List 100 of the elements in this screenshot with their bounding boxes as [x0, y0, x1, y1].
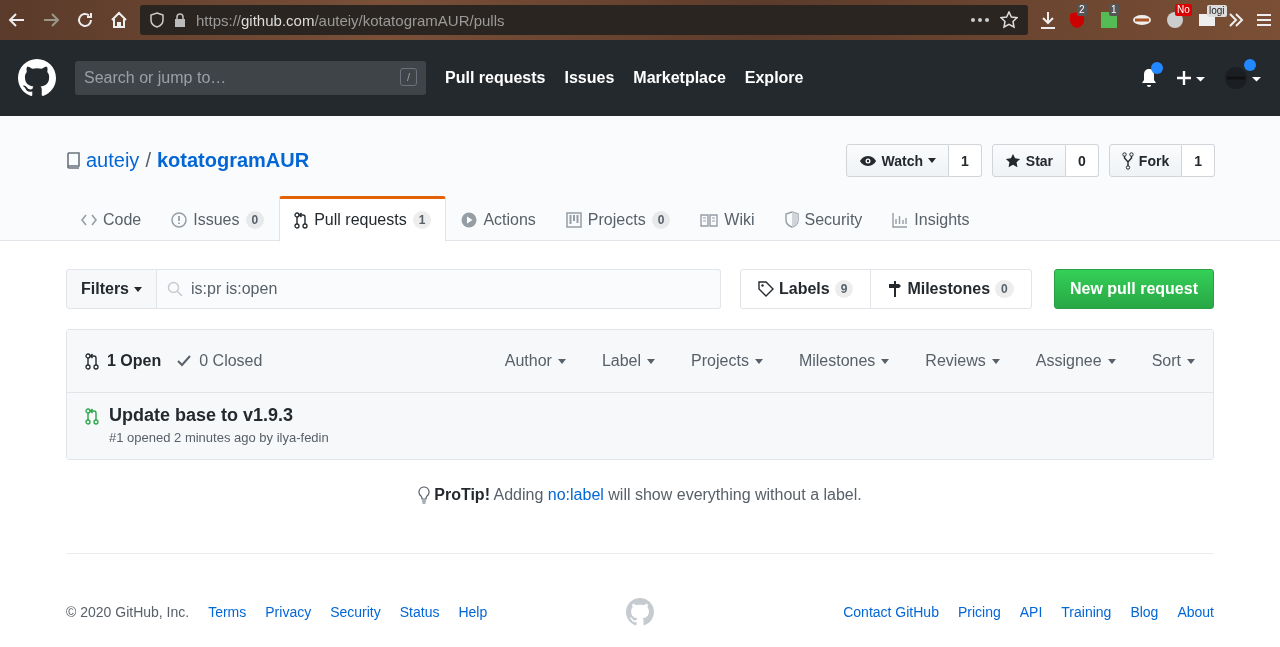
copyright-text: © 2020 GitHub, Inc. [66, 604, 190, 620]
header-nav-link[interactable]: Pull requests [445, 69, 546, 87]
url-text: https://github.com/auteiy/kotatogramAUR/pulls [196, 11, 506, 29]
fork-button[interactable]: Fork [1108, 144, 1183, 177]
cat-logo-icon[interactable] [18, 59, 56, 97]
footer-link[interactable]: Security [330, 604, 381, 620]
project-board-icon [565, 211, 582, 228]
labels-counter: 9 [834, 280, 854, 298]
milestones-counter: 0 [995, 280, 1014, 298]
protip-text: ProTip! Adding no:label will show everything without a label. [434, 486, 862, 504]
caret-icon [1187, 358, 1195, 364]
eye-icon [858, 154, 877, 167]
filter-dropdown[interactable]: Projects [691, 352, 763, 370]
filter-dropdown[interactable]: Milestones [798, 352, 890, 370]
plus-dropdown-icon[interactable] [1176, 69, 1206, 87]
repo-tab[interactable]: Wiki [685, 196, 770, 241]
square-extension-icon[interactable] [1100, 11, 1118, 29]
search-field[interactable]: is:pr is:open [157, 269, 721, 309]
header-nav-link[interactable]: Issues [564, 69, 615, 87]
filter-dropdown[interactable]: Label [601, 352, 656, 370]
filters-dropdown[interactable]: Filters [66, 269, 157, 309]
repo-tab[interactable]: Pull requests 1 [279, 196, 447, 242]
forward-arrow-icon[interactable] [42, 11, 60, 29]
extension-badge: logi [1207, 5, 1227, 17]
footer-link[interactable]: Help [458, 604, 488, 620]
filter-dropdown[interactable]: Reviews [925, 352, 1000, 370]
star-icon[interactable] [1000, 11, 1018, 29]
header-nav-link[interactable]: Marketplace [633, 69, 726, 87]
repo-tab[interactable]: Insights [877, 196, 985, 241]
play-circle-icon [461, 211, 478, 228]
menu-icon[interactable] [1256, 13, 1272, 27]
extension-badge: 2 [1077, 4, 1087, 16]
signpost-icon [888, 280, 903, 298]
footer-link[interactable]: Terms [208, 604, 247, 620]
watch-button[interactable]: Watch [845, 144, 950, 177]
header-nav-link[interactable]: Explore [744, 69, 804, 87]
pull-request-meta: #1 opened 2 minutes ago by ilya-fedin [109, 430, 329, 445]
reload-icon[interactable] [76, 11, 94, 29]
repo-tab[interactable]: Actions [446, 196, 551, 241]
caret-icon [928, 158, 937, 163]
repo-owner-link[interactable]: auteiy [86, 149, 140, 172]
footer-link[interactable]: Training [1061, 604, 1112, 620]
pull-request-icon [294, 211, 309, 229]
footer-link[interactable]: API [1019, 604, 1043, 620]
overflow-chevrons-icon[interactable] [1228, 13, 1244, 27]
shield-icon [150, 12, 164, 28]
bell-icon[interactable] [1140, 68, 1158, 88]
social-count[interactable]: 1 [949, 144, 982, 177]
social-count[interactable]: 0 [1066, 144, 1099, 177]
footer-link[interactable]: Status [399, 604, 440, 620]
bar-graph-icon [892, 211, 909, 228]
caret-icon [991, 358, 1000, 364]
repo-name-link[interactable]: kotatogramAUR [156, 149, 310, 172]
caret-icon [134, 286, 142, 292]
star-icon [1004, 152, 1021, 169]
repo-tab[interactable]: Issues 0 [156, 196, 280, 241]
download-icon[interactable] [1040, 11, 1056, 29]
pull-request-row[interactable]: Update base to v1.9.3 #1 opened 2 minutes ago by ilya-fedin [67, 393, 1213, 459]
state-filter-link[interactable]: 1 Open [85, 352, 162, 370]
home-icon[interactable] [110, 11, 128, 29]
pull-request-icon [85, 352, 99, 370]
extension-badge: No [1175, 4, 1192, 16]
open-pull-request-icon [85, 408, 99, 425]
lightbulb-icon [418, 486, 431, 504]
issue-icon [171, 211, 188, 228]
tab-counter: 1 [412, 211, 432, 229]
pull-request-title[interactable]: Update base to v1.9.3 [109, 405, 329, 426]
padlock-icon [174, 12, 186, 28]
fork-icon [1121, 151, 1134, 170]
footer-link[interactable]: Privacy [265, 604, 312, 620]
tab-counter: 0 [245, 210, 265, 229]
back-arrow-icon[interactable] [8, 11, 26, 29]
tag-icon [758, 281, 774, 297]
star-button[interactable]: Star [991, 144, 1067, 177]
tab-counter: 0 [651, 210, 671, 229]
milestones-link[interactable]: Milestones 0 [870, 270, 1031, 308]
extension-badge: 1 [1109, 4, 1119, 16]
caret-icon [557, 358, 566, 364]
filter-dropdown[interactable]: Sort [1151, 352, 1195, 370]
state-filter-link[interactable]: 0 Closed [177, 352, 263, 370]
address-bar[interactable]: https://github.com/auteiy/kotatogramAUR/pulls [140, 5, 1028, 35]
caret-icon [1107, 358, 1116, 364]
book-icon [66, 151, 80, 170]
footer-link[interactable]: Contact GitHub [843, 604, 939, 620]
social-count[interactable]: 1 [1182, 144, 1215, 177]
avatar-dropdown-icon[interactable] [1224, 65, 1262, 91]
footer-link[interactable]: Blog [1130, 604, 1159, 620]
repo-tab[interactable]: Security [769, 196, 878, 241]
footer-link[interactable]: About [1177, 604, 1214, 620]
caret-icon [647, 358, 656, 364]
repo-tab[interactable]: Projects 0 [550, 196, 686, 241]
labels-link[interactable]: Labels 9 [741, 270, 871, 308]
filter-dropdown[interactable]: Assignee [1035, 352, 1116, 370]
search-qualifier-link[interactable]: no:label [547, 486, 604, 503]
footer-link[interactable]: Pricing [957, 604, 1001, 620]
repo-tab[interactable]: Code [66, 196, 157, 241]
more-dots-icon[interactable] [970, 17, 990, 23]
circle-extension-icon[interactable] [1166, 11, 1184, 29]
filter-dropdown[interactable]: Author [504, 352, 566, 370]
tool-extension-icon[interactable] [1132, 12, 1152, 28]
